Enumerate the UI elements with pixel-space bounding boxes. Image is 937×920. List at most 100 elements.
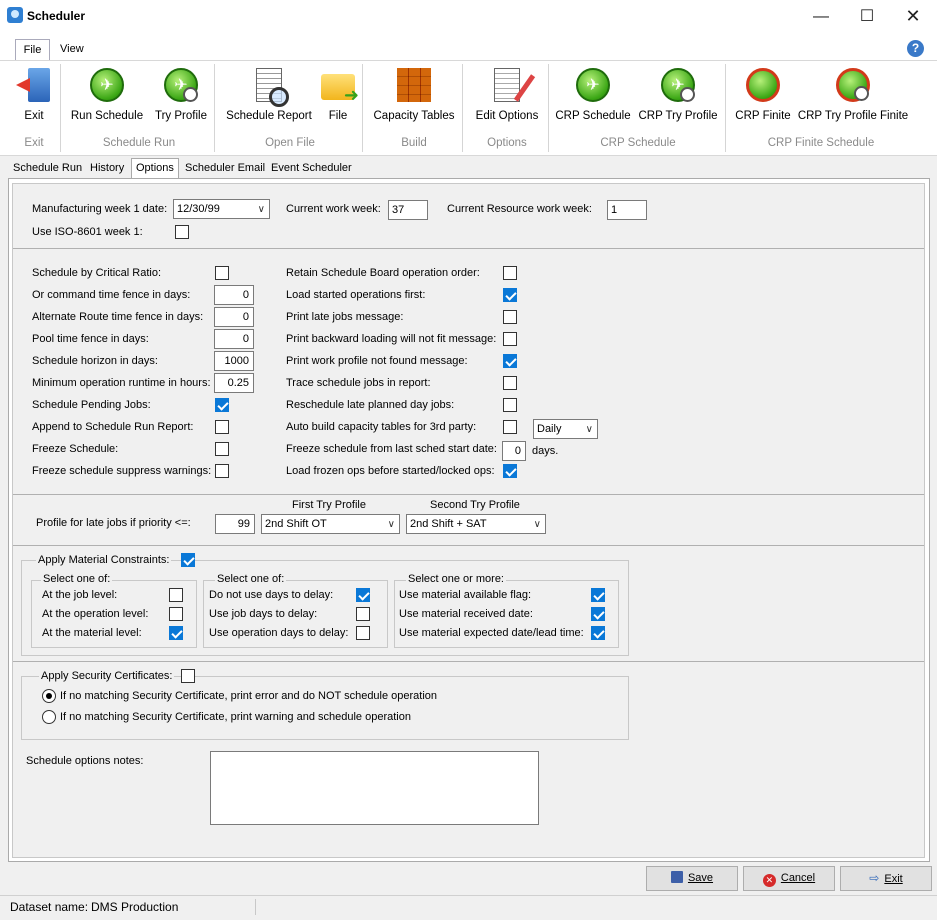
security-warning-label: If no matching Security Certificate, pri… [60, 711, 411, 723]
material-option-label: At the operation level: [42, 608, 149, 620]
right-option-label: Reschedule late planned day jobs: [286, 399, 455, 411]
security-certificates-checkbox[interactable] [181, 669, 195, 683]
left-option-checkbox[interactable] [215, 442, 229, 456]
schedule-notes-textarea[interactable] [210, 751, 539, 825]
left-option-checkbox[interactable] [215, 398, 229, 412]
second-try-profile-select[interactable]: 2nd Shift + SAT ∨ [406, 514, 546, 534]
crp-try-profile-finite-icon [836, 68, 870, 102]
open-file-label: File [328, 110, 348, 122]
right-option-checkbox[interactable] [503, 354, 517, 368]
right-option-checkbox[interactable] [503, 464, 517, 478]
edit-document-icon [494, 68, 520, 102]
material-option-checkbox[interactable] [591, 626, 605, 640]
current-resource-week-input[interactable]: 1 [607, 200, 647, 220]
left-option-checkbox[interactable] [215, 420, 229, 434]
material-option-label: Use material expected date/lead time: [399, 627, 584, 639]
auto-build-frequency-select[interactable]: Daily ∨ [533, 419, 598, 439]
open-file-button[interactable]: File [318, 62, 359, 134]
current-work-week-input[interactable]: 37 [388, 200, 428, 220]
left-option-checkbox[interactable] [215, 464, 229, 478]
exit-button[interactable]: ⇨ Exit [840, 866, 932, 891]
minimize-icon[interactable]: — [798, 0, 844, 33]
material-option-label: Use job days to delay: [209, 608, 318, 620]
material-option-checkbox[interactable] [356, 607, 370, 621]
ribbon-separator [362, 64, 363, 152]
material-option-checkbox[interactable] [169, 626, 183, 640]
material-option-checkbox[interactable] [591, 607, 605, 621]
left-option-checkbox[interactable] [215, 266, 229, 280]
material-option-checkbox[interactable] [356, 626, 370, 640]
cancel-button[interactable]: ✕ Cancel [743, 866, 835, 891]
security-warning-radio[interactable] [42, 710, 56, 724]
save-button[interactable]: Save [646, 866, 738, 891]
iso-week-checkbox[interactable] [175, 225, 189, 239]
tab-event-scheduler[interactable]: Event Scheduler [267, 159, 356, 178]
left-option-number-input[interactable]: 0 [214, 285, 254, 305]
crp-schedule-label: CRP Schedule [555, 110, 631, 122]
menu-file[interactable]: File [15, 39, 50, 61]
help-icon[interactable]: ? [907, 40, 924, 57]
schedule-report-button[interactable]: Schedule Report [222, 62, 316, 134]
right-option-checkbox[interactable] [503, 332, 517, 346]
material-option-checkbox[interactable] [591, 588, 605, 602]
left-option-number-input[interactable]: 0.25 [214, 373, 254, 393]
run-schedule-label: Run Schedule [70, 110, 144, 122]
right-option-checkbox[interactable] [503, 288, 517, 302]
left-option-label: Minimum operation runtime in hours: [32, 377, 211, 389]
crp-finite-label: CRP Finite [735, 110, 791, 122]
tab-scheduler-email[interactable]: Scheduler Email [181, 159, 269, 178]
try-profile-icon [164, 68, 198, 102]
crp-try-profile-finite-button[interactable]: CRP Try Profile Finite [796, 62, 910, 134]
first-try-profile-select[interactable]: 2nd Shift OT ∨ [261, 514, 400, 534]
crp-schedule-button[interactable]: CRP Schedule [554, 62, 632, 134]
right-option-checkbox[interactable] [503, 420, 517, 434]
material-option-checkbox[interactable] [169, 607, 183, 621]
maximize-icon[interactable]: ☐ [844, 0, 890, 33]
capacity-tables-button[interactable]: Capacity Tables [370, 62, 458, 134]
material-constraints-checkbox[interactable] [181, 553, 195, 567]
close-icon[interactable]: ✕ [890, 0, 936, 33]
crp-try-profile-button[interactable]: CRP Try Profile [634, 62, 722, 134]
mfg-week-date-picker[interactable]: 12/30/99 ∨ [173, 199, 270, 219]
schedule-notes-label: Schedule options notes: [26, 755, 144, 767]
right-option-label: Load frozen ops before started/locked op… [286, 465, 495, 477]
right-option-checkbox[interactable] [503, 266, 517, 280]
crp-finite-button[interactable]: CRP Finite [732, 62, 794, 134]
menu-bar [0, 33, 937, 60]
security-certificates-label: Apply Security Certificates: [39, 670, 175, 682]
left-option-label: Freeze schedule suppress warnings: [32, 465, 212, 477]
security-error-radio[interactable] [42, 689, 56, 703]
ribbon-separator [548, 64, 549, 152]
window-title: Scheduler [27, 9, 86, 23]
tab-schedule-run[interactable]: Schedule Run [9, 159, 86, 178]
second-try-profile-value: 2nd Shift + SAT [410, 518, 487, 530]
left-option-number-input[interactable]: 1000 [214, 351, 254, 371]
material-option-checkbox[interactable] [356, 588, 370, 602]
left-option-label: Schedule by Critical Ratio: [32, 267, 162, 279]
edit-options-button[interactable]: Edit Options [470, 62, 544, 134]
iso-week-label: Use ISO-8601 week 1: [32, 226, 143, 238]
material-option-checkbox[interactable] [169, 588, 183, 602]
left-option-label: Schedule horizon in days: [32, 355, 158, 367]
freeze-days-input[interactable]: 0 [502, 441, 526, 461]
crp-try-profile-finite-label: CRP Try Profile Finite [797, 110, 909, 122]
left-option-number-input[interactable]: 0 [214, 329, 254, 349]
right-option-checkbox[interactable] [503, 310, 517, 324]
ribbon-exit-button[interactable]: Exit [10, 62, 58, 134]
section-divider [13, 248, 924, 249]
tab-history[interactable]: History [86, 159, 128, 178]
right-option-checkbox[interactable] [503, 376, 517, 390]
tab-options[interactable]: Options [131, 158, 179, 179]
clock-icon [680, 87, 695, 102]
right-option-checkbox[interactable] [503, 398, 517, 412]
left-option-label: Or command time fence in days: [32, 289, 191, 301]
security-certificates-group [21, 676, 629, 740]
run-schedule-button[interactable]: Run Schedule [66, 62, 148, 134]
late-jobs-priority-input[interactable]: 99 [215, 514, 255, 534]
ribbon-separator [214, 64, 215, 152]
cancel-button-label: Cancel [780, 872, 816, 884]
material-option-label: Use operation days to delay: [209, 627, 349, 639]
try-profile-button[interactable]: Try Profile [150, 62, 212, 134]
left-option-number-input[interactable]: 0 [214, 307, 254, 327]
menu-view[interactable]: View [60, 43, 84, 55]
